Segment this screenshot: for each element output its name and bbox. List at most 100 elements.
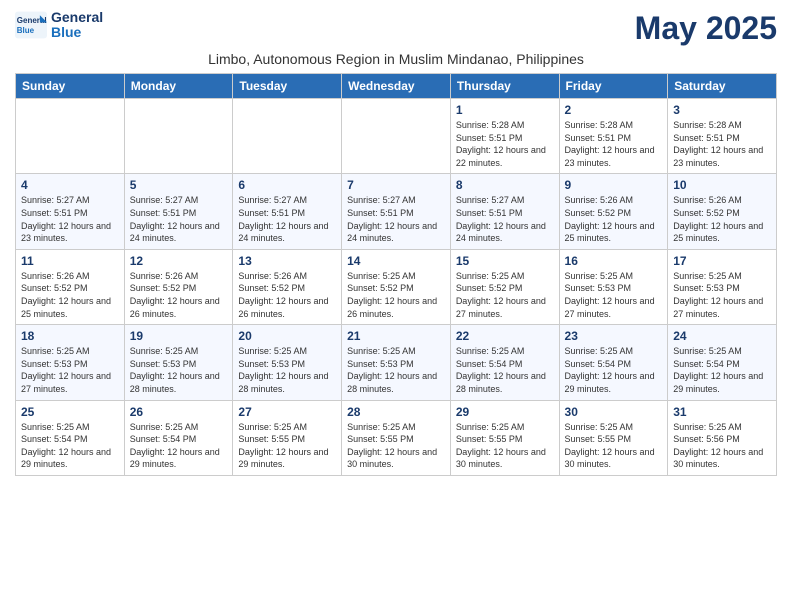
- day-number: 21: [347, 329, 445, 343]
- calendar-cell: 20 Sunrise: 5:25 AM Sunset: 5:53 PM Dayli…: [233, 325, 342, 400]
- day-info: Sunrise: 5:28 AM Sunset: 5:51 PM Dayligh…: [673, 119, 771, 169]
- day-number: 22: [456, 329, 554, 343]
- day-info: Sunrise: 5:25 AM Sunset: 5:54 PM Dayligh…: [673, 345, 771, 395]
- calendar-cell: 26 Sunrise: 5:25 AM Sunset: 5:54 PM Dayli…: [124, 400, 233, 475]
- calendar-cell: [124, 99, 233, 174]
- day-number: 20: [238, 329, 336, 343]
- day-info: Sunrise: 5:26 AM Sunset: 5:52 PM Dayligh…: [238, 270, 336, 320]
- calendar-cell: 11 Sunrise: 5:26 AM Sunset: 5:52 PM Dayli…: [16, 249, 125, 324]
- header-saturday: Saturday: [668, 74, 777, 99]
- calendar-cell: 2Sunrise: 5:28 AM Sunset: 5:51 PM Daylig…: [559, 99, 668, 174]
- calendar-cell: 18 Sunrise: 5:25 AM Sunset: 5:53 PM Dayli…: [16, 325, 125, 400]
- day-number: 10: [673, 178, 771, 192]
- calendar-cell: 12Sunrise: 5:26 AM Sunset: 5:52 PM Dayli…: [124, 249, 233, 324]
- calendar-cell: 10 Sunrise: 5:26 AM Sunset: 5:52 PM Dayli…: [668, 174, 777, 249]
- calendar-week-4: 18 Sunrise: 5:25 AM Sunset: 5:53 PM Dayli…: [16, 325, 777, 400]
- header-sunday: Sunday: [16, 74, 125, 99]
- day-number: 18: [21, 329, 119, 343]
- day-number: 9: [565, 178, 663, 192]
- calendar-cell: [233, 99, 342, 174]
- day-number: 13: [238, 254, 336, 268]
- logo-text-general: General: [51, 10, 103, 25]
- calendar-cell: 15 Sunrise: 5:25 AM Sunset: 5:52 PM Dayli…: [450, 249, 559, 324]
- day-number: 16: [565, 254, 663, 268]
- calendar-cell: 5Sunrise: 5:27 AM Sunset: 5:51 PM Daylig…: [124, 174, 233, 249]
- day-info: Sunrise: 5:28 AM Sunset: 5:51 PM Dayligh…: [565, 119, 663, 169]
- calendar-week-5: 25 Sunrise: 5:25 AM Sunset: 5:54 PM Dayli…: [16, 400, 777, 475]
- day-number: 26: [130, 405, 228, 419]
- header-wednesday: Wednesday: [342, 74, 451, 99]
- day-info: Sunrise: 5:25 AM Sunset: 5:54 PM Dayligh…: [21, 421, 119, 471]
- day-number: 8: [456, 178, 554, 192]
- calendar-cell: 29 Sunrise: 5:25 AM Sunset: 5:55 PM Dayli…: [450, 400, 559, 475]
- day-number: 30: [565, 405, 663, 419]
- day-number: 4: [21, 178, 119, 192]
- day-number: 29: [456, 405, 554, 419]
- day-info: Sunrise: 5:25 AM Sunset: 5:53 PM Dayligh…: [673, 270, 771, 320]
- day-number: 1: [456, 103, 554, 117]
- calendar-cell: 27 Sunrise: 5:25 AM Sunset: 5:55 PM Dayli…: [233, 400, 342, 475]
- day-info: Sunrise: 5:25 AM Sunset: 5:53 PM Dayligh…: [238, 345, 336, 395]
- day-info: Sunrise: 5:25 AM Sunset: 5:55 PM Dayligh…: [347, 421, 445, 471]
- logo: General Blue General Blue: [15, 10, 103, 41]
- calendar-header-row: SundayMondayTuesdayWednesdayThursdayFrid…: [16, 74, 777, 99]
- logo-icon: General Blue: [15, 11, 47, 39]
- day-info: Sunrise: 5:25 AM Sunset: 5:54 PM Dayligh…: [565, 345, 663, 395]
- calendar-week-3: 11 Sunrise: 5:26 AM Sunset: 5:52 PM Dayli…: [16, 249, 777, 324]
- day-info: Sunrise: 5:25 AM Sunset: 5:53 PM Dayligh…: [347, 345, 445, 395]
- day-info: Sunrise: 5:25 AM Sunset: 5:54 PM Dayligh…: [456, 345, 554, 395]
- logo-text-blue: Blue: [51, 25, 103, 40]
- day-number: 23: [565, 329, 663, 343]
- day-info: Sunrise: 5:26 AM Sunset: 5:52 PM Dayligh…: [130, 270, 228, 320]
- day-info: Sunrise: 5:25 AM Sunset: 5:56 PM Dayligh…: [673, 421, 771, 471]
- day-number: 15: [456, 254, 554, 268]
- day-info: Sunrise: 5:25 AM Sunset: 5:55 PM Dayligh…: [456, 421, 554, 471]
- day-info: Sunrise: 5:26 AM Sunset: 5:52 PM Dayligh…: [565, 194, 663, 244]
- calendar-cell: [342, 99, 451, 174]
- calendar-cell: [16, 99, 125, 174]
- calendar-cell: 14 Sunrise: 5:25 AM Sunset: 5:52 PM Dayli…: [342, 249, 451, 324]
- day-info: Sunrise: 5:25 AM Sunset: 5:55 PM Dayligh…: [238, 421, 336, 471]
- header-friday: Friday: [559, 74, 668, 99]
- day-info: Sunrise: 5:27 AM Sunset: 5:51 PM Dayligh…: [456, 194, 554, 244]
- day-info: Sunrise: 5:27 AM Sunset: 5:51 PM Dayligh…: [347, 194, 445, 244]
- day-number: 25: [21, 405, 119, 419]
- calendar-cell: 21 Sunrise: 5:25 AM Sunset: 5:53 PM Dayli…: [342, 325, 451, 400]
- day-info: Sunrise: 5:25 AM Sunset: 5:53 PM Dayligh…: [565, 270, 663, 320]
- calendar-week-2: 4 Sunrise: 5:27 AM Sunset: 5:51 PM Daylig…: [16, 174, 777, 249]
- day-info: Sunrise: 5:26 AM Sunset: 5:52 PM Dayligh…: [21, 270, 119, 320]
- calendar-table: SundayMondayTuesdayWednesdayThursdayFrid…: [15, 73, 777, 476]
- calendar-cell: 28Sunrise: 5:25 AM Sunset: 5:55 PM Dayli…: [342, 400, 451, 475]
- calendar-cell: 24Sunrise: 5:25 AM Sunset: 5:54 PM Dayli…: [668, 325, 777, 400]
- month-title: May 2025: [635, 10, 777, 47]
- day-number: 14: [347, 254, 445, 268]
- calendar-cell: 17Sunrise: 5:25 AM Sunset: 5:53 PM Dayli…: [668, 249, 777, 324]
- page-subtitle: Limbo, Autonomous Region in Muslim Minda…: [15, 51, 777, 67]
- day-info: Sunrise: 5:25 AM Sunset: 5:55 PM Dayligh…: [565, 421, 663, 471]
- calendar-cell: 3Sunrise: 5:28 AM Sunset: 5:51 PM Daylig…: [668, 99, 777, 174]
- day-info: Sunrise: 5:25 AM Sunset: 5:53 PM Dayligh…: [21, 345, 119, 395]
- calendar-cell: 25 Sunrise: 5:25 AM Sunset: 5:54 PM Dayli…: [16, 400, 125, 475]
- calendar-cell: 1 Sunrise: 5:28 AM Sunset: 5:51 PM Daylig…: [450, 99, 559, 174]
- day-number: 31: [673, 405, 771, 419]
- day-info: Sunrise: 5:26 AM Sunset: 5:52 PM Dayligh…: [673, 194, 771, 244]
- day-info: Sunrise: 5:25 AM Sunset: 5:52 PM Dayligh…: [456, 270, 554, 320]
- day-number: 19: [130, 329, 228, 343]
- header-monday: Monday: [124, 74, 233, 99]
- day-info: Sunrise: 5:25 AM Sunset: 5:54 PM Dayligh…: [130, 421, 228, 471]
- day-info: Sunrise: 5:27 AM Sunset: 5:51 PM Dayligh…: [21, 194, 119, 244]
- day-number: 27: [238, 405, 336, 419]
- calendar-cell: 8 Sunrise: 5:27 AM Sunset: 5:51 PM Daylig…: [450, 174, 559, 249]
- day-number: 11: [21, 254, 119, 268]
- calendar-cell: 31 Sunrise: 5:25 AM Sunset: 5:56 PM Dayli…: [668, 400, 777, 475]
- day-info: Sunrise: 5:25 AM Sunset: 5:52 PM Dayligh…: [347, 270, 445, 320]
- day-info: Sunrise: 5:28 AM Sunset: 5:51 PM Dayligh…: [456, 119, 554, 169]
- calendar-cell: 30 Sunrise: 5:25 AM Sunset: 5:55 PM Dayli…: [559, 400, 668, 475]
- calendar-cell: 4 Sunrise: 5:27 AM Sunset: 5:51 PM Daylig…: [16, 174, 125, 249]
- calendar-week-1: 1 Sunrise: 5:28 AM Sunset: 5:51 PM Daylig…: [16, 99, 777, 174]
- day-number: 7: [347, 178, 445, 192]
- calendar-cell: 19Sunrise: 5:25 AM Sunset: 5:53 PM Dayli…: [124, 325, 233, 400]
- day-number: 6: [238, 178, 336, 192]
- calendar-cell: 22 Sunrise: 5:25 AM Sunset: 5:54 PM Dayli…: [450, 325, 559, 400]
- calendar-cell: 13 Sunrise: 5:26 AM Sunset: 5:52 PM Dayli…: [233, 249, 342, 324]
